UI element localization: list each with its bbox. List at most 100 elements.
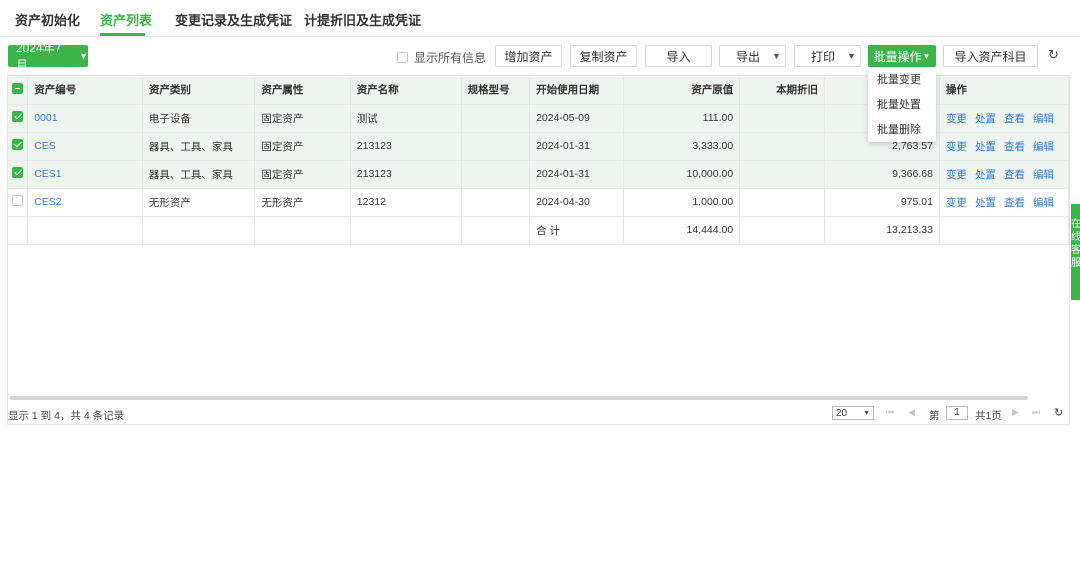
asset-category-cell: 器具、工具、家具 (142, 132, 256, 161)
print-button[interactable]: 打印 ▼ (794, 45, 861, 67)
chevron-down-icon: ▼ (863, 409, 870, 417)
col-header[interactable]: 资产编号 (27, 76, 143, 105)
batch-label: 批量操作 (873, 49, 922, 64)
copy-asset-button[interactable]: 复制资产 (570, 45, 637, 67)
caret-down-icon: ▼ (847, 51, 856, 61)
select-all-cell[interactable] (8, 76, 29, 105)
table-row[interactable]: CES2 无形资产 无形资产 12312 2024-04-30 1,000.00 975.0… (8, 188, 1070, 217)
original-value-cell: 1,000.00 (623, 188, 741, 217)
row-actions-cell: 变更 处置 查看 编辑 (939, 132, 1070, 161)
export-button[interactable]: 导出 ▼ (719, 45, 786, 67)
dispose-action[interactable]: 处置 (975, 169, 996, 181)
select-all-checkbox[interactable] (12, 82, 24, 94)
menu-item-batch-change[interactable]: 批量变更 (868, 68, 936, 93)
page-size-value: 20 (836, 407, 848, 419)
row-select-cell[interactable] (8, 188, 29, 217)
horizontal-scrollbar[interactable] (10, 396, 1028, 400)
import-button[interactable]: 导入 (645, 45, 712, 67)
page-number-input[interactable]: 1 (946, 406, 968, 420)
asset-code-link[interactable]: 0001 (34, 112, 57, 124)
page-size-select[interactable]: 20 ▼ (832, 406, 874, 420)
show-all-option[interactable]: 显示所有信息 (397, 49, 486, 66)
asset-code-cell[interactable]: 0001 (27, 104, 143, 133)
col-header[interactable]: 资产类别 (142, 76, 256, 105)
next-page-icon[interactable]: ▶ (1012, 407, 1019, 418)
asset-code-cell[interactable]: CES (27, 132, 143, 161)
start-date-cell: 2024-04-30 (529, 188, 625, 217)
tab-bar: 资产初始化 资产列表 变更记录及生成凭证 计提折旧及生成凭证 (0, 0, 1080, 37)
spec-cell (461, 132, 531, 161)
tab-depreciation[interactable]: 计提折旧及生成凭证 (304, 10, 421, 29)
tab-asset-list[interactable]: 资产列表 (100, 10, 152, 29)
view-action[interactable]: 查看 (1004, 113, 1025, 125)
row-actions-cell: 变更 处置 查看 编辑 (939, 160, 1070, 189)
refresh-icon[interactable]: ↻ (1048, 47, 1059, 63)
show-all-label: 显示所有信息 (414, 51, 487, 65)
change-action[interactable]: 变更 (946, 169, 967, 181)
row-checkbox[interactable] (12, 111, 24, 122)
menu-item-batch-dispose[interactable]: 批量处置 (868, 93, 936, 118)
show-all-checkbox[interactable] (397, 52, 408, 63)
change-action[interactable]: 变更 (946, 197, 967, 209)
net-value-cell: 9,366.68 (824, 160, 940, 189)
online-service-tab[interactable]: 在线客服 (1071, 204, 1080, 300)
asset-code-cell[interactable]: CES1 (27, 160, 143, 189)
asset-code-link[interactable]: CES2 (34, 196, 61, 208)
asset-category-cell: 电子设备 (142, 104, 256, 133)
spec-cell (461, 188, 531, 217)
asset-name-cell: 12312 (350, 188, 462, 217)
col-header[interactable]: 规格型号 (461, 76, 531, 105)
col-header[interactable]: 资产原值 (623, 76, 741, 105)
view-action[interactable]: 查看 (1004, 169, 1025, 181)
add-asset-button[interactable]: 增加资产 (495, 45, 562, 67)
start-date-cell: 2024-01-31 (529, 132, 625, 161)
change-action[interactable]: 变更 (946, 113, 967, 125)
batch-operation-button[interactable]: 批量操作 ▼ (868, 45, 936, 67)
total-original: 14,444.00 (623, 216, 741, 245)
menu-item-batch-delete[interactable]: 批量删除 (868, 118, 936, 143)
caret-down-icon: ▼ (79, 51, 88, 61)
tab-asset-init[interactable]: 资产初始化 (15, 10, 80, 29)
period-select[interactable]: 2024年7月 ▼ (8, 41, 88, 72)
change-action[interactable]: 变更 (946, 141, 967, 153)
dispose-action[interactable]: 处置 (975, 197, 996, 209)
row-select-cell[interactable] (8, 132, 29, 161)
row-checkbox[interactable] (12, 139, 24, 150)
empty-cell (739, 216, 826, 245)
col-header[interactable]: 开始使用日期 (529, 76, 625, 105)
tab-change-records[interactable]: 变更记录及生成凭证 (175, 10, 292, 29)
depreciation-cell (739, 132, 826, 161)
import-asset-subject-button[interactable]: 导入资产科目 (943, 45, 1038, 67)
edit-action[interactable]: 编辑 (1033, 141, 1054, 153)
asset-name-cell: 213123 (350, 160, 462, 189)
asset-code-cell[interactable]: CES2 (27, 188, 143, 217)
first-page-icon[interactable]: ⏮ (886, 407, 894, 418)
spec-cell (461, 104, 531, 133)
col-header[interactable]: 资产属性 (254, 76, 351, 105)
view-action[interactable]: 查看 (1004, 141, 1025, 153)
table-row[interactable]: CES1 器具、工具、家具 固定资产 213123 2024-01-31 10,000.0… (8, 160, 1070, 189)
row-checkbox[interactable] (12, 195, 24, 206)
last-page-icon[interactable]: ⏭ (1032, 407, 1040, 418)
refresh-icon[interactable]: ↻ (1054, 406, 1063, 419)
view-action[interactable]: 查看 (1004, 197, 1025, 209)
empty-cell (254, 216, 351, 245)
edit-action[interactable]: 编辑 (1033, 197, 1054, 209)
col-header: 操作 (939, 76, 1070, 105)
row-select-cell[interactable] (8, 104, 29, 133)
edit-action[interactable]: 编辑 (1033, 169, 1054, 181)
dispose-action[interactable]: 处置 (975, 141, 996, 153)
edit-action[interactable]: 编辑 (1033, 113, 1054, 125)
col-header[interactable]: 本期折旧 (739, 76, 826, 105)
original-value-cell: 10,000.00 (623, 160, 741, 189)
prev-page-icon[interactable]: ◀ (908, 407, 915, 418)
pagination-bar: 显示 1 到 4，共 4 条记录 20 ▼ ⏮ ◀ 第 1 共1页 ▶ ⏭ ↻ (8, 402, 1069, 424)
row-checkbox[interactable] (12, 167, 24, 178)
asset-attr-cell: 固定资产 (254, 160, 351, 189)
original-value-cell: 111.00 (623, 104, 741, 133)
col-header[interactable]: 资产名称 (350, 76, 462, 105)
asset-code-link[interactable]: CES (34, 140, 56, 152)
asset-code-link[interactable]: CES1 (34, 168, 61, 180)
dispose-action[interactable]: 处置 (975, 113, 996, 125)
row-select-cell[interactable] (8, 160, 29, 189)
